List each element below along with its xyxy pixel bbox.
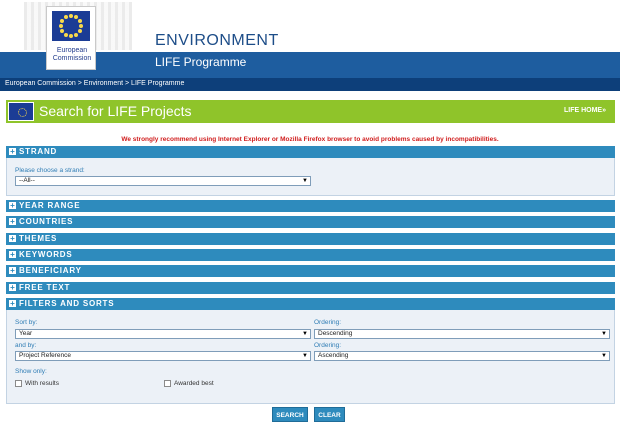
chevron-down-icon: ▼ (302, 331, 308, 337)
show-only-label: Show only: (15, 368, 47, 375)
star-icon (74, 32, 78, 37)
sort-by-value: Year (19, 330, 33, 337)
with-results-label[interactable]: With results (25, 380, 59, 387)
section-label: STRAND (19, 147, 58, 156)
section-label: BENEFICIARY (19, 266, 82, 275)
with-results-checkbox[interactable] (15, 380, 22, 387)
section-label: THEMES (19, 234, 58, 243)
star-icon (77, 29, 82, 33)
eu-flag-icon (52, 11, 90, 41)
search-button[interactable]: SEARCH (272, 407, 308, 422)
section-themes[interactable]: + THEMES (6, 233, 615, 245)
ordering-select-2[interactable]: Ascending ▼ (314, 351, 610, 361)
star-icon (69, 34, 73, 38)
clear-button[interactable]: CLEAR (314, 407, 345, 422)
star-icon (64, 32, 68, 37)
programme-title[interactable]: LIFE Programme (155, 55, 246, 69)
plus-icon: + (9, 234, 16, 243)
strand-label: Please choose a strand: (15, 167, 85, 174)
section-beneficiary[interactable]: + BENEFICIARY (6, 265, 615, 277)
ordering-label-2: Ordering: (314, 342, 342, 349)
chevron-down-icon: ▼ (302, 353, 308, 359)
ordering-value-1: Descending (318, 330, 353, 337)
plus-icon: + (9, 283, 16, 292)
section-label: FILTERS AND SORTS (19, 299, 115, 308)
section-strand[interactable]: + STRAND (6, 146, 615, 158)
section-label: KEYWORDS (19, 250, 73, 259)
and-by-label: and by: (15, 342, 37, 349)
plus-icon: + (9, 201, 16, 210)
ordering-label: Ordering: (314, 319, 342, 326)
section-year-range[interactable]: + YEAR RANGE (6, 200, 615, 212)
awarded-best-label[interactable]: Awarded best (174, 380, 214, 387)
and-by-value: Project Reference (19, 352, 72, 359)
awarded-best-checkbox[interactable] (164, 380, 171, 387)
chevron-down-icon: ▼ (302, 178, 308, 184)
section-keywords[interactable]: + KEYWORDS (6, 249, 615, 261)
browser-warning: We strongly recommend using Internet Exp… (121, 136, 499, 143)
strand-panel: Please choose a strand: --All-- ▼ (6, 158, 615, 196)
sort-by-label: Sort by: (15, 319, 38, 326)
page-title: Search for LIFE Projects (39, 103, 192, 119)
star-icon (60, 29, 65, 33)
life-logo-icon (8, 102, 34, 121)
breadcrumb[interactable]: European Commission > Environment > LIFE… (5, 80, 184, 87)
and-by-select[interactable]: Project Reference ▼ (15, 351, 311, 361)
plus-icon: + (9, 266, 16, 275)
logo-text-line2: Commission (52, 55, 92, 62)
star-icon (77, 19, 82, 23)
star-icon (59, 24, 63, 28)
ordering-select-1[interactable]: Descending ▼ (314, 329, 610, 339)
section-label: FREE TEXT (19, 283, 71, 292)
chevron-down-icon: ▼ (601, 331, 607, 337)
plus-icon: + (9, 147, 16, 156)
life-home-link[interactable]: LIFE HOME» (564, 107, 606, 114)
section-filters-sorts[interactable]: + FILTERS AND SORTS (6, 298, 615, 310)
section-free-text[interactable]: + FREE TEXT (6, 282, 615, 294)
star-icon (74, 15, 78, 20)
logo-text-line1: European (56, 47, 88, 54)
plus-icon: + (9, 250, 16, 259)
section-label: YEAR RANGE (19, 201, 81, 210)
section-label: COUNTRIES (19, 217, 74, 226)
star-icon (79, 24, 83, 28)
page: European Commission ENVIRONMENT LIFE Pro… (0, 0, 620, 425)
filters-panel: Sort by: Year ▼ Ordering: Descending ▼ a… (6, 310, 615, 404)
plus-icon: + (9, 217, 16, 226)
chevron-down-icon: ▼ (601, 353, 607, 359)
plus-icon: + (9, 299, 16, 308)
sort-by-select[interactable]: Year ▼ (15, 329, 311, 339)
site-title[interactable]: ENVIRONMENT (155, 32, 279, 50)
star-icon (64, 15, 68, 20)
search-title-bar: Search for LIFE Projects LIFE HOME» (6, 100, 615, 123)
european-commission-logo[interactable]: European Commission (46, 6, 96, 70)
star-icon (69, 14, 73, 18)
section-countries[interactable]: + COUNTRIES (6, 216, 615, 228)
ordering-value-2: Ascending (318, 352, 349, 359)
logo-text: European Commission (49, 47, 95, 63)
strand-select-value: --All-- (19, 177, 35, 184)
strand-select[interactable]: --All-- ▼ (15, 176, 311, 186)
star-icon (60, 19, 65, 23)
